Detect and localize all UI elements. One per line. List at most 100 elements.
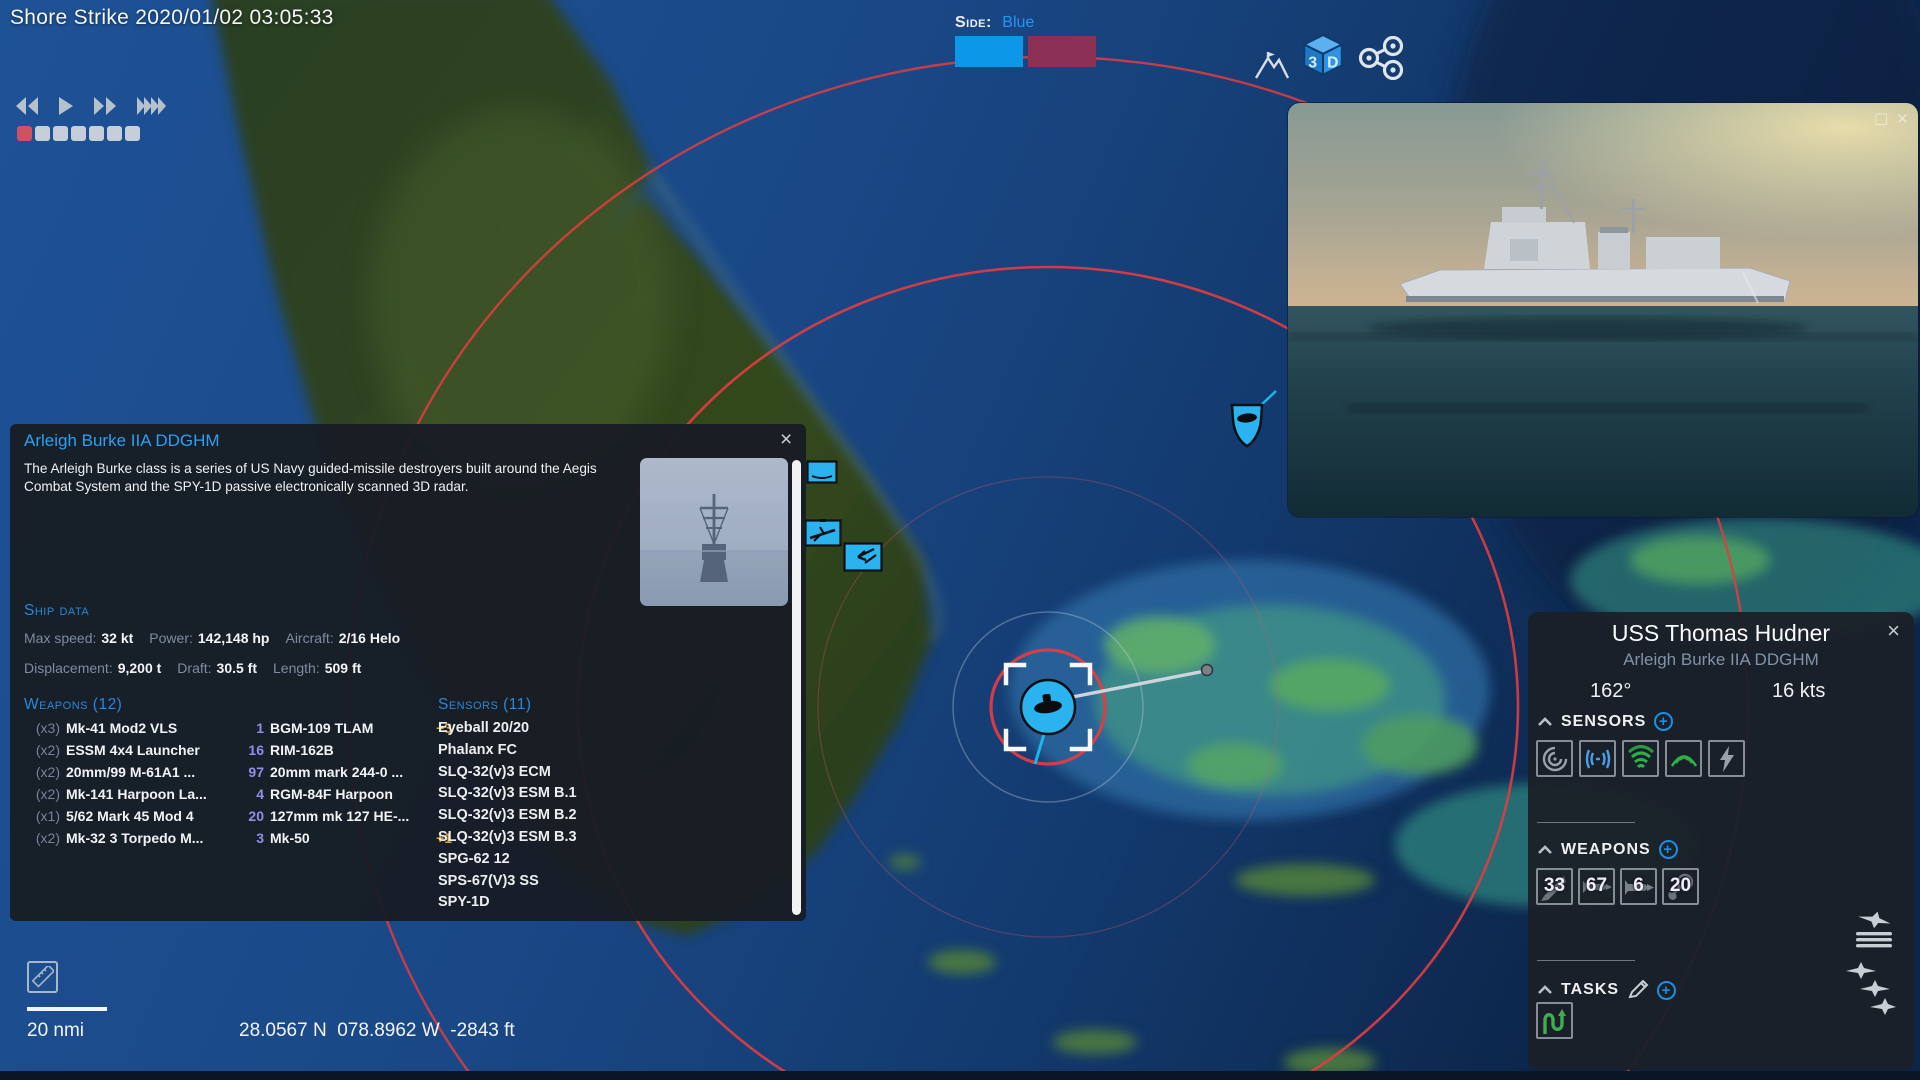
max-speed-button[interactable] xyxy=(135,96,169,116)
displacement-label: Displacement: xyxy=(24,660,113,676)
weapon-row: (x2)Mk-32 3 Torpedo M...3Mk-50+1 xyxy=(24,830,452,852)
speed-step[interactable] xyxy=(125,126,140,141)
speed-step[interactable] xyxy=(89,126,104,141)
unit-links-icon[interactable] xyxy=(1356,36,1406,80)
selected-unit-panel: × USS Thomas Hudner Arleigh Burke IIA DD… xyxy=(1528,612,1914,1070)
passive-sonar-icon[interactable] xyxy=(1579,740,1616,777)
edit-task-icon[interactable] xyxy=(1627,980,1649,1000)
add-weapon-icon[interactable]: + xyxy=(1659,840,1678,859)
speed-step-active[interactable] xyxy=(17,126,32,141)
sensor-item: SLQ-32(v)3 ESM B.3 xyxy=(438,829,577,851)
sensor-item: SLQ-32(v)3 ECM xyxy=(438,764,577,786)
ship-data-row: Max speed:32 kt Power:142,148 hp Aircraf… xyxy=(24,630,400,646)
side-label: Side: xyxy=(955,14,992,31)
play-button[interactable] xyxy=(57,96,75,116)
bottom-bar xyxy=(0,1071,1920,1080)
add-sensor-icon[interactable]: + xyxy=(1654,712,1673,731)
collapse-chevron-icon[interactable] xyxy=(1537,717,1553,727)
3d-scene xyxy=(1288,103,1918,517)
speed-step[interactable] xyxy=(53,126,68,141)
weapon-box-essm[interactable]: 67 xyxy=(1578,868,1615,905)
measure-tool-icon[interactable] xyxy=(27,961,58,993)
rewind-button[interactable] xyxy=(14,96,40,116)
surface-radar-icon[interactable] xyxy=(1536,740,1573,777)
viewport-maximize-icon[interactable]: □ xyxy=(1875,109,1886,131)
weapon-count: 6 xyxy=(1622,875,1655,897)
power-value: 142,148 hp xyxy=(198,630,270,646)
sensor-item: Eyeball 20/20 xyxy=(438,720,577,742)
viewport-close-icon[interactable]: × xyxy=(1897,109,1908,131)
air-operations-icon[interactable] xyxy=(1848,910,1892,955)
sensor-item: SLQ-32(v)3 ESM B.1 xyxy=(438,785,577,807)
sensor-item: SLQ-32(v)3 ESM B.2 xyxy=(438,807,577,829)
section-divider xyxy=(1537,960,1635,961)
weapons-section-label: WEAPONS xyxy=(1561,841,1651,859)
sensor-item: SPS-67(V)3 SS xyxy=(438,873,577,895)
collapse-chevron-icon[interactable] xyxy=(1537,845,1553,855)
surface-unit-chip[interactable] xyxy=(806,460,838,484)
speed-step[interactable] xyxy=(71,126,86,141)
tasks-section-header: TASKS + xyxy=(1537,980,1676,1000)
aircraft-formation-icon[interactable] xyxy=(1844,962,1896,1025)
sensor-item: SPG-62 12 xyxy=(438,851,577,873)
info-scrollbar[interactable] xyxy=(792,460,801,915)
aircraft-label: Aircraft: xyxy=(285,630,333,646)
active-sonar-icon[interactable] xyxy=(1665,740,1702,777)
cursor-coordinates: 28.0567 N 078.8962 W -2843 ft xyxy=(239,1020,515,1042)
rotary-wing-unit-chip[interactable] xyxy=(843,542,883,572)
fixed-wing-unit-chip[interactable] xyxy=(804,519,842,547)
weapon-row: (x2)ESSM 4x4 Launcher16RIM-162B xyxy=(24,742,452,764)
unit-heading: 162° xyxy=(1590,680,1631,703)
weapon-count: 33 xyxy=(1538,875,1571,897)
map-scale-bar xyxy=(27,1007,107,1011)
air-radar-active-icon[interactable] xyxy=(1622,740,1659,777)
weapon-row: (x2)Mk-141 Harpoon La...4RGM-84F Harpoon xyxy=(24,786,452,808)
length-label: Length: xyxy=(273,660,320,676)
ecm-emissions-icon[interactable] xyxy=(1708,740,1745,777)
speed-step[interactable] xyxy=(35,126,50,141)
task-route-icon[interactable] xyxy=(1536,1002,1573,1039)
displacement-value: 9,200 t xyxy=(118,660,162,676)
sensor-status-icons xyxy=(1536,740,1745,777)
power-label: Power: xyxy=(149,630,193,646)
ship-data-heading: Ship data xyxy=(24,602,89,620)
class-info-title: Arleigh Burke IIA DDGHM xyxy=(24,431,220,451)
weapon-row: (x2)20mm/99 M-61A1 ...9720mm mark 244-0 … xyxy=(24,764,452,786)
collapse-chevron-icon[interactable] xyxy=(1537,985,1553,995)
close-icon[interactable]: × xyxy=(780,428,792,452)
weapon-box-vls[interactable]: 33 xyxy=(1536,868,1573,905)
side-selector: Side: Blue xyxy=(955,14,1105,67)
sensors-section-header: SENSORS + xyxy=(1537,712,1673,731)
ship-data-row: Displacement: 9,200 t Draft: 30.5 ft Lengt… xyxy=(24,660,361,676)
weapon-box-harpoon[interactable]: 6 xyxy=(1620,868,1657,905)
weapons-section-header: WEAPONS + xyxy=(1537,840,1678,859)
waypoint-dot[interactable] xyxy=(1202,665,1213,676)
3d-camera-viewport[interactable]: □ × xyxy=(1288,103,1918,517)
class-description: The Arleigh Burke class is a series of U… xyxy=(24,460,632,496)
red-side-swatch[interactable] xyxy=(1028,36,1096,67)
weapon-count-boxes: 33 67 6 20 xyxy=(1536,868,1699,905)
weapon-row: (x1)5/62 Mark 45 Mod 420127mm mk 127 HE-… xyxy=(24,808,452,830)
blue-side-swatch[interactable] xyxy=(955,36,1023,67)
sensors-list: Eyeball 20/20 Phalanx FC SLQ-32(v)3 ECM … xyxy=(438,720,577,916)
view-mode-toolbar: 3 D xyxy=(1254,32,1406,80)
draft-value: 30.5 ft xyxy=(217,660,257,676)
app-root: Shore Strike 2020/01/02 03:05:33 Side: B… xyxy=(0,0,1920,1080)
add-task-icon[interactable]: + xyxy=(1657,981,1676,1000)
max-speed-label: Max speed: xyxy=(24,630,96,646)
3d-view-icon[interactable]: 3 D xyxy=(1300,32,1346,80)
speed-step[interactable] xyxy=(107,126,122,141)
draft-label: Draft: xyxy=(177,660,211,676)
ownship-symbol[interactable] xyxy=(1021,680,1075,734)
cube-label-d: D xyxy=(1327,55,1338,72)
weapon-row: (x3)Mk-41 Mod2 VLS1BGM-109 TLAM+3 xyxy=(24,720,452,742)
unit-class: Arleigh Burke IIA DDGHM xyxy=(1528,650,1914,670)
weapon-box-gun[interactable]: 20 xyxy=(1662,868,1699,905)
sensors-section-label: SENSORS xyxy=(1561,713,1646,731)
tasks-section-label: TASKS xyxy=(1561,981,1619,999)
time-compression-steps[interactable] xyxy=(17,126,140,141)
terrain-icon[interactable] xyxy=(1254,50,1290,80)
fast-forward-button[interactable] xyxy=(92,96,118,116)
aircraft-value: 2/16 Helo xyxy=(339,630,400,646)
playback-controls xyxy=(14,96,169,116)
